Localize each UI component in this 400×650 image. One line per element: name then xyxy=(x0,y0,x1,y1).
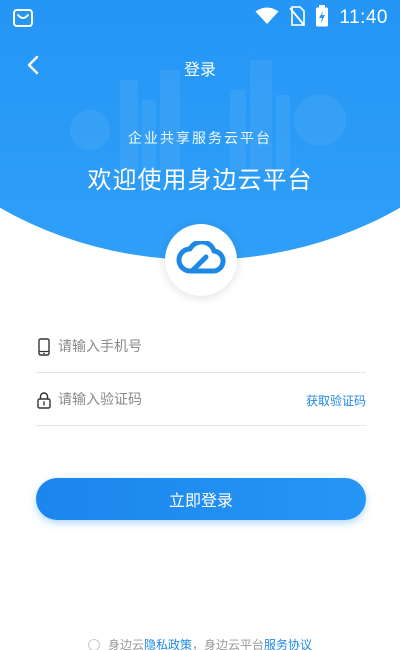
agreement: 身边云 隐私政策 ，身边云平台 服务协议 xyxy=(0,636,400,650)
page-title: 登录 xyxy=(183,60,216,79)
agreement-text-2: ，身边云平台 xyxy=(192,638,265,650)
code-field-row: 获取验证码 xyxy=(36,375,366,426)
login-screen: 11:40 登录 企业共享服务云平台 欢迎使用身边云平台 请输入手机号 请输入验… xyxy=(0,0,400,650)
privacy-policy-link[interactable]: 隐私政策 xyxy=(144,636,192,650)
lock-icon xyxy=(36,390,52,410)
cloud-icon xyxy=(176,239,226,279)
no-sim-icon xyxy=(289,6,306,30)
verification-code-input[interactable] xyxy=(58,385,306,415)
status-right: 11:40 xyxy=(255,0,388,36)
phone-icon xyxy=(36,337,52,357)
app-logo xyxy=(165,224,237,296)
agree-checkbox[interactable] xyxy=(87,638,100,650)
hero-title: 欢迎使用身边云平台 xyxy=(87,166,313,194)
status-time: 11:40 xyxy=(339,7,388,28)
battery-charging-icon xyxy=(315,5,329,31)
agreement-text-1: 身边云 xyxy=(107,638,144,650)
shopping-bag-icon xyxy=(12,7,34,29)
phone-input[interactable] xyxy=(58,332,366,362)
service-agreement-link[interactable]: 服务协议 xyxy=(264,636,312,650)
hero-subtitle: 企业共享服务云平台 xyxy=(128,131,272,147)
phone-field-row xyxy=(36,322,366,373)
wifi-icon xyxy=(255,7,279,29)
login-button[interactable]: 立即登录 xyxy=(36,478,366,520)
get-code-button[interactable]: 获取验证码 xyxy=(306,392,366,409)
status-bar: 11:40 xyxy=(0,0,400,36)
